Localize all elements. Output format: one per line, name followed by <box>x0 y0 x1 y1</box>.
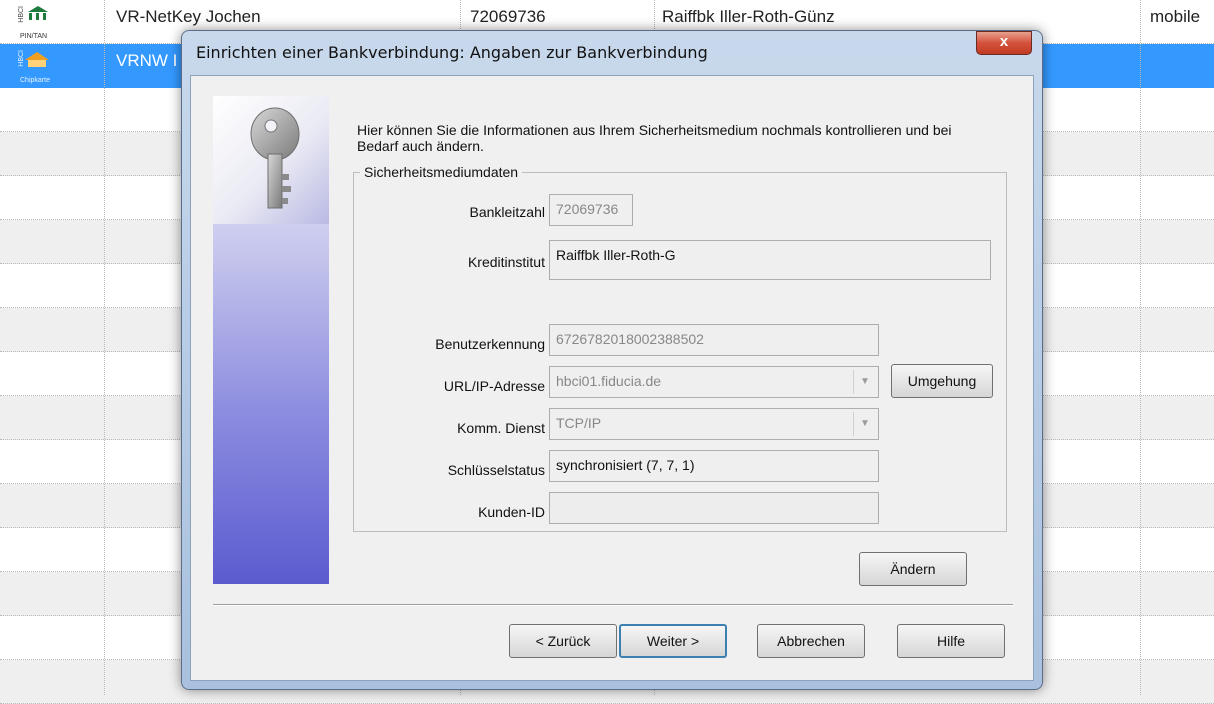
column-divider <box>104 0 105 695</box>
url-select[interactable]: hbci01.fiducia.de ▼ <box>549 366 879 398</box>
help-button[interactable]: Hilfe <box>897 624 1005 658</box>
kunden-id-field[interactable] <box>549 492 879 524</box>
bank-connection-dialog: Einrichten einer Bankverbindung: Angaben… <box>181 30 1043 690</box>
bankleitzahl-field[interactable]: 72069736 <box>549 194 633 226</box>
komm-dienst-select[interactable]: TCP/IP ▼ <box>549 408 879 440</box>
key-icon <box>250 107 300 209</box>
kreditinstitut-field[interactable]: Raiffbk Iller-Roth-G <box>549 240 991 280</box>
url-label: URL/IP-Adresse <box>443 378 545 394</box>
protocol-caption: PIN/TAN <box>20 33 48 40</box>
wizard-banner <box>213 96 329 584</box>
aendern-button[interactable]: Ändern <box>859 552 967 586</box>
account-bank: Raiffbk Iller-Roth-Günz <box>662 7 835 26</box>
account-blz: 72069736 <box>470 7 546 26</box>
dialog-title: Einrichten einer Bankverbindung: Angaben… <box>196 43 708 62</box>
hbci-chipcard-icon: HBCI Chipkarte <box>4 46 80 86</box>
close-icon: x <box>999 33 1009 50</box>
next-button[interactable]: Weiter > <box>619 624 727 658</box>
kunden-id-label: Kunden-ID <box>478 504 545 520</box>
account-type: mobile <box>1150 7 1201 26</box>
cancel-button[interactable]: Abbrechen <box>757 624 865 658</box>
column-divider <box>1140 0 1141 695</box>
kreditinstitut-label: Kreditinstitut <box>467 254 545 270</box>
intro-text: Hier können Sie die Informationen aus Ih… <box>357 122 952 154</box>
account-name: VRNW I <box>116 51 178 70</box>
chevron-down-icon[interactable]: ▼ <box>853 370 876 394</box>
dialog-titlebar[interactable]: Einrichten einer Bankverbindung: Angaben… <box>182 31 1042 75</box>
schluesselstatus-field[interactable]: synchronisiert (7, 7, 1) <box>549 450 879 482</box>
dialog-content: Hier können Sie die Informationen aus Ih… <box>190 75 1034 681</box>
umgehung-button[interactable]: Umgehung <box>891 364 993 398</box>
url-value: hbci01.fiducia.de <box>556 373 662 389</box>
protocol-side-label: HBCI <box>18 6 25 23</box>
komm-dienst-value: TCP/IP <box>556 415 602 431</box>
key-image <box>213 96 329 224</box>
komm-dienst-label: Komm. Dienst <box>457 420 545 436</box>
protocol-side-label: HBCI <box>18 50 25 67</box>
schluesselstatus-label: Schlüsselstatus <box>447 462 545 478</box>
hbci-pintan-icon: HBCI PIN/TAN <box>4 2 80 42</box>
close-button[interactable]: x <box>976 31 1032 55</box>
bankleitzahl-label: Bankleitzahl <box>469 204 546 220</box>
button-separator <box>213 604 1013 606</box>
benutzerkennung-label: Benutzerkennung <box>435 336 545 352</box>
protocol-caption: Chipkarte <box>20 77 50 84</box>
group-title: Sicherheitsmediumdaten <box>364 164 519 180</box>
chevron-down-icon[interactable]: ▼ <box>853 412 876 436</box>
house-icon <box>25 52 49 67</box>
account-name: VR-NetKey Jochen <box>116 7 261 26</box>
bank-icon <box>28 6 48 20</box>
back-button[interactable]: < Zurück <box>509 624 617 658</box>
benutzerkennung-field[interactable]: 6726782018002388502 <box>549 324 879 356</box>
